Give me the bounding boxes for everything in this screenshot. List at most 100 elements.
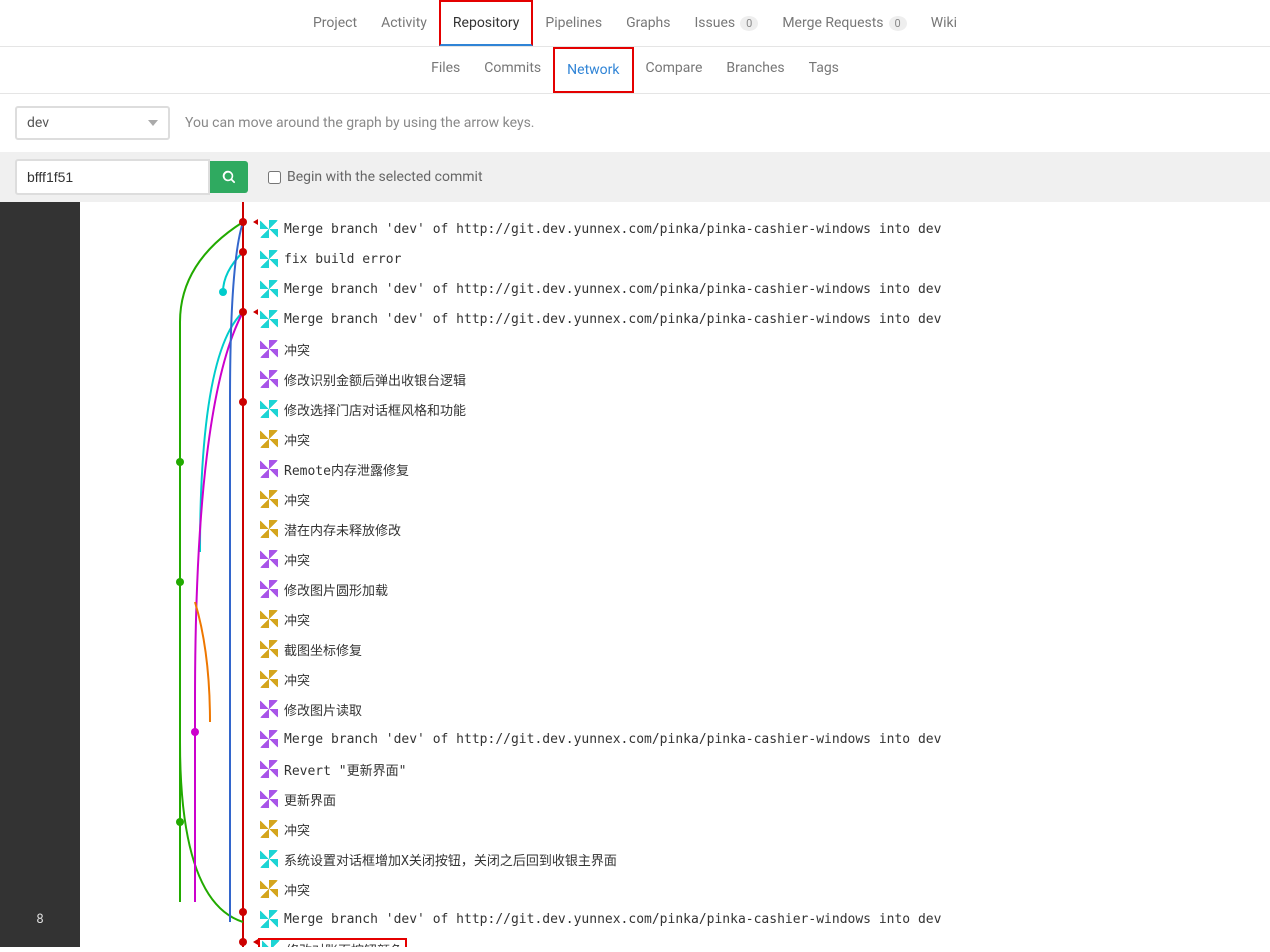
commit-message: 冲突 bbox=[284, 610, 310, 629]
commit-message: Revert "更新界面" bbox=[284, 760, 406, 779]
begin-checkbox-label: Begin with the selected commit bbox=[287, 169, 483, 185]
commit-list: Merge branch 'dev' of http://git.dev.yun… bbox=[260, 202, 1270, 947]
commit-message: fix build error bbox=[284, 252, 401, 267]
hint-text: You can move around the graph by using t… bbox=[185, 115, 535, 131]
avatar bbox=[260, 700, 278, 718]
commit-row[interactable]: Merge branch 'dev' of http://git.dev.yun… bbox=[260, 304, 1270, 334]
commit-row[interactable]: 冲突 bbox=[260, 334, 1270, 364]
commit-message: 修改识别金额后弹出收银台逻辑 bbox=[284, 370, 466, 389]
graph-container[interactable]: 8 bbox=[0, 202, 1270, 947]
avatar bbox=[262, 940, 280, 947]
avatar bbox=[260, 640, 278, 658]
commit-row[interactable]: 冲突 bbox=[260, 484, 1270, 514]
commit-row[interactable]: 冲突 bbox=[260, 814, 1270, 844]
avatar bbox=[260, 310, 278, 328]
begin-checkbox[interactable] bbox=[268, 171, 281, 184]
commit-message: Merge branch 'dev' of http://git.dev.yun… bbox=[284, 222, 941, 237]
avatar bbox=[260, 670, 278, 688]
commit-message: 修改选择门店对话框风格和功能 bbox=[284, 400, 466, 419]
commit-row[interactable]: fix build error bbox=[260, 244, 1270, 274]
avatar bbox=[260, 760, 278, 778]
commit-message: 潜在内存未释放修改 bbox=[284, 520, 401, 539]
commit-message: 冲突 bbox=[284, 340, 310, 359]
avatar bbox=[260, 610, 278, 628]
branch-selector[interactable]: dev bbox=[15, 106, 170, 140]
nav-merge-requests[interactable]: Merge Requests 0 bbox=[770, 0, 918, 46]
commit-message: 冲突 bbox=[284, 430, 310, 449]
avatar bbox=[260, 280, 278, 298]
commit-row[interactable]: 修改图片圆形加载 bbox=[260, 574, 1270, 604]
avatar bbox=[260, 490, 278, 508]
nav-repository[interactable]: Repository bbox=[439, 0, 533, 46]
sha-input[interactable] bbox=[15, 159, 210, 195]
subnav-compare[interactable]: Compare bbox=[634, 47, 715, 93]
commit-message: 冲突 bbox=[284, 490, 310, 509]
begin-checkbox-wrap[interactable]: Begin with the selected commit bbox=[268, 169, 483, 185]
search-button[interactable] bbox=[210, 161, 248, 193]
commit-row[interactable]: Merge branch 'dev' of http://git.dev.yun… bbox=[260, 904, 1270, 934]
commit-message: Merge branch 'dev' of http://git.dev.yun… bbox=[284, 312, 941, 327]
commit-message: 冲突 bbox=[284, 820, 310, 839]
nav-issues[interactable]: Issues 0 bbox=[683, 0, 771, 46]
network-graph-svg bbox=[80, 202, 260, 947]
commit-row[interactable]: 冲突 bbox=[260, 874, 1270, 904]
avatar bbox=[260, 550, 278, 568]
avatar bbox=[260, 520, 278, 538]
issues-count-badge: 0 bbox=[740, 16, 758, 31]
avatar bbox=[260, 430, 278, 448]
commit-row[interactable]: Remote内存泄露修复 bbox=[260, 454, 1270, 484]
secondary-nav: Files Commits Network Compare Branches T… bbox=[0, 47, 1270, 94]
avatar bbox=[260, 820, 278, 838]
commit-row[interactable]: 截图坐标修复 bbox=[260, 634, 1270, 664]
commit-row[interactable]: 冲突 bbox=[260, 544, 1270, 574]
commit-row[interactable]: 冲突 bbox=[260, 424, 1270, 454]
commit-message: 修改对账页按钮颜色 bbox=[286, 940, 403, 948]
commit-row[interactable]: Merge branch 'dev' of http://git.dev.yun… bbox=[260, 214, 1270, 244]
subnav-network[interactable]: Network bbox=[553, 47, 633, 93]
nav-wiki[interactable]: Wiki bbox=[919, 0, 969, 46]
commit-message: Remote内存泄露修复 bbox=[284, 460, 409, 479]
search-icon bbox=[222, 170, 236, 184]
subnav-files[interactable]: Files bbox=[419, 47, 472, 93]
merge-requests-count-badge: 0 bbox=[889, 16, 907, 31]
commit-row[interactable]: 更新界面 bbox=[260, 784, 1270, 814]
commit-message: 冲突 bbox=[284, 880, 310, 899]
controls-row: dev You can move around the graph by usi… bbox=[0, 94, 1270, 152]
nav-issues-label: Issues bbox=[695, 15, 736, 31]
commit-row[interactable]: 修改对账页按钮颜色 bbox=[260, 934, 1270, 947]
commit-message: 修改图片圆形加载 bbox=[284, 580, 388, 599]
search-row: Begin with the selected commit bbox=[0, 152, 1270, 202]
avatar bbox=[260, 400, 278, 418]
nav-merge-requests-label: Merge Requests bbox=[782, 15, 883, 31]
nav-pipelines[interactable]: Pipelines bbox=[533, 0, 614, 46]
commit-message: 冲突 bbox=[284, 670, 310, 689]
commit-row[interactable]: 冲突 bbox=[260, 604, 1270, 634]
commit-row[interactable]: 系统设置对话框增加X关闭按钮，关闭之后回到收银主界面 bbox=[260, 844, 1270, 874]
commit-row[interactable]: Merge branch 'dev' of http://git.dev.yun… bbox=[260, 724, 1270, 754]
commit-row[interactable]: 潜在内存未释放修改 bbox=[260, 514, 1270, 544]
commit-row[interactable]: Merge branch 'dev' of http://git.dev.yun… bbox=[260, 274, 1270, 304]
avatar bbox=[260, 220, 278, 238]
commit-message: Merge branch 'dev' of http://git.dev.yun… bbox=[284, 912, 941, 927]
avatar bbox=[260, 250, 278, 268]
commit-row[interactable]: 修改选择门店对话框风格和功能 bbox=[260, 394, 1270, 424]
subnav-commits[interactable]: Commits bbox=[472, 47, 553, 93]
commit-message: 冲突 bbox=[284, 550, 310, 569]
commit-row[interactable]: 冲突 bbox=[260, 664, 1270, 694]
nav-project[interactable]: Project bbox=[301, 0, 369, 46]
primary-nav: Project Activity Repository Pipelines Gr… bbox=[0, 0, 1270, 47]
avatar bbox=[260, 370, 278, 388]
avatar bbox=[260, 910, 278, 928]
commit-row[interactable]: 修改图片读取 bbox=[260, 694, 1270, 724]
subnav-tags[interactable]: Tags bbox=[797, 47, 851, 93]
commit-message: Merge branch 'dev' of http://git.dev.yun… bbox=[284, 732, 941, 747]
nav-graphs[interactable]: Graphs bbox=[614, 0, 682, 46]
avatar bbox=[260, 850, 278, 868]
subnav-branches[interactable]: Branches bbox=[714, 47, 796, 93]
commit-message: 更新界面 bbox=[284, 790, 336, 809]
commit-row[interactable]: Revert "更新界面" bbox=[260, 754, 1270, 784]
commit-row[interactable]: 修改识别金额后弹出收银台逻辑 bbox=[260, 364, 1270, 394]
nav-activity[interactable]: Activity bbox=[369, 0, 439, 46]
avatar bbox=[260, 730, 278, 748]
commit-message: 截图坐标修复 bbox=[284, 640, 362, 659]
